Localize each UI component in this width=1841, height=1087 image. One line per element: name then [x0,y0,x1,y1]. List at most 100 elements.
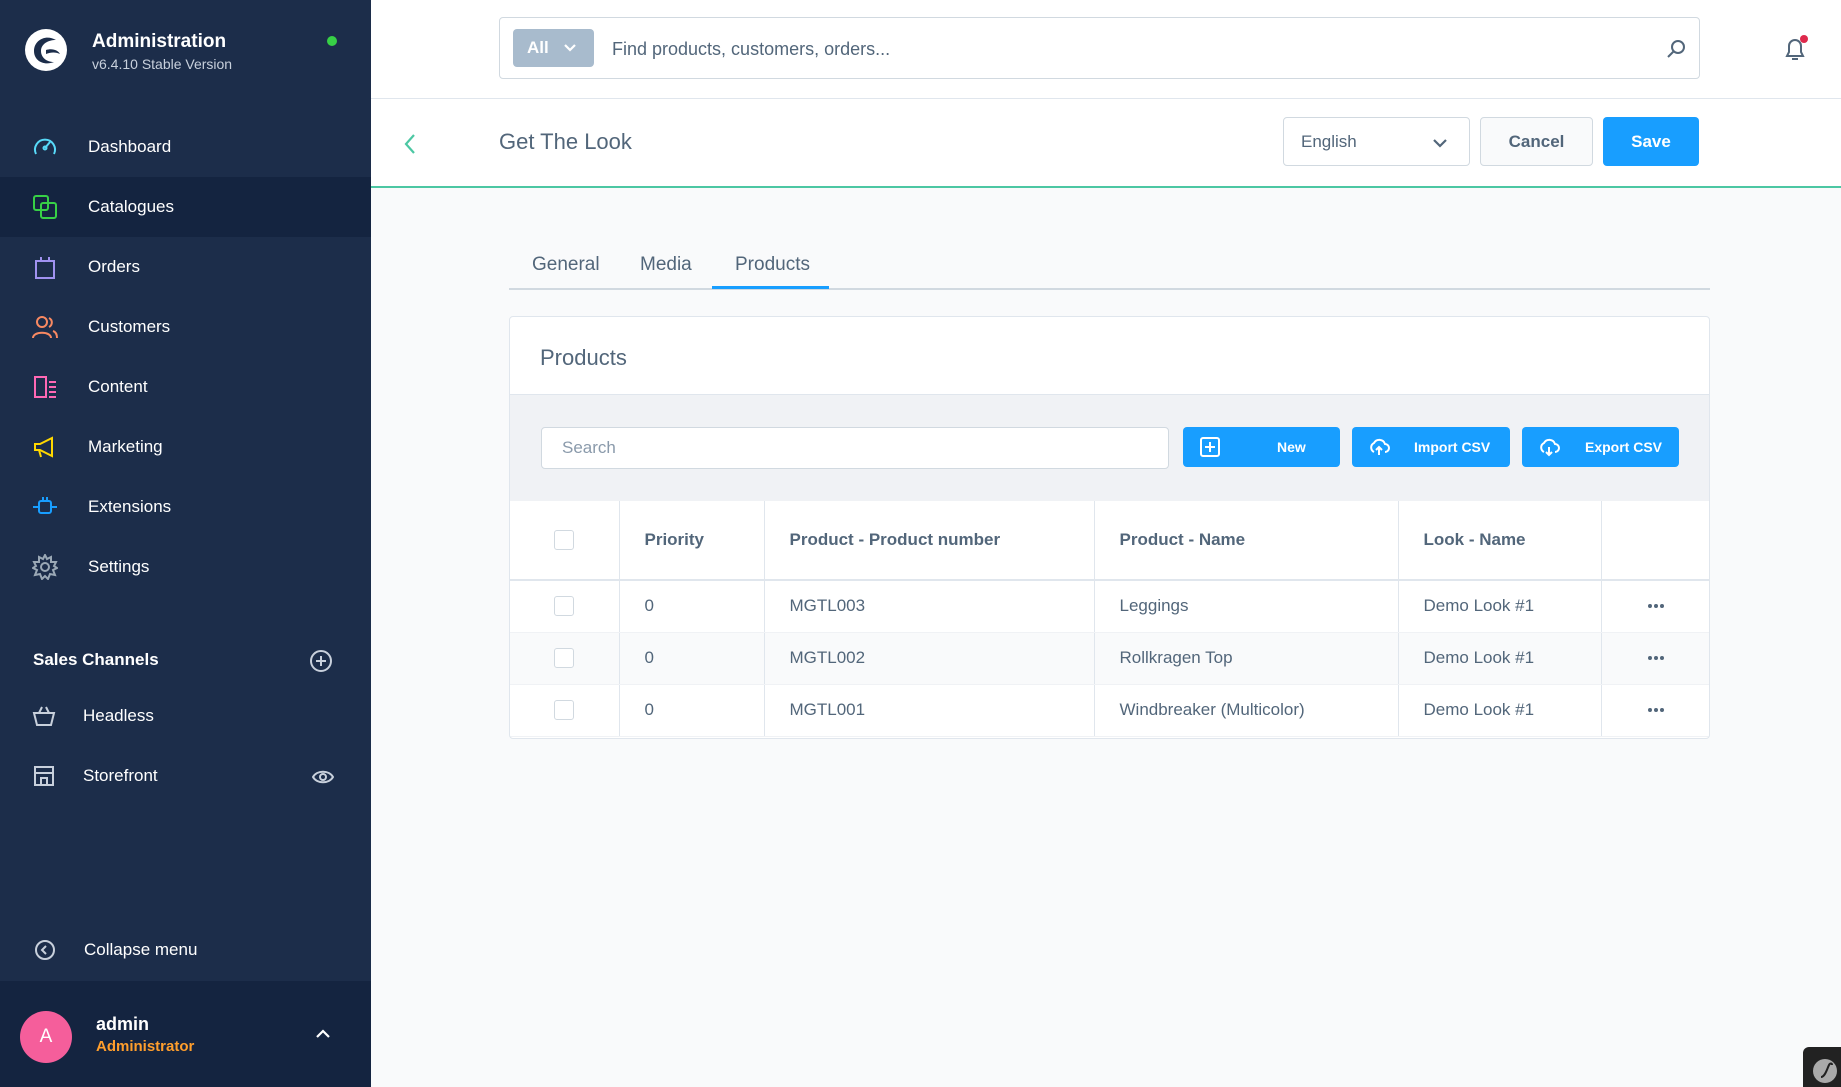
chevron-up-icon[interactable] [314,1027,332,1041]
cancel-button[interactable]: Cancel [1480,117,1593,166]
shopware-logo-icon[interactable] [24,28,68,72]
storefront-icon [34,766,54,786]
new-label: New [1277,439,1306,455]
row-select-cell [510,632,620,685]
product-search-input[interactable] [541,427,1169,469]
nav-item-content[interactable]: Content [0,357,371,417]
avatar: A [20,1011,72,1063]
save-button[interactable]: Save [1603,117,1699,166]
topbar: All [371,0,1841,99]
sales-channels-header: Sales Channels [33,650,159,669]
back-arrow-icon[interactable] [401,131,419,157]
plus-square-icon [1200,437,1220,457]
search-type-select[interactable]: All [513,29,594,67]
select-all-cell [510,501,620,581]
cell-look-name: Demo Look #1 [1398,632,1602,685]
nav-item-dashboard[interactable]: Dashboard [0,117,371,177]
language-switch[interactable]: English [1283,117,1470,166]
nav-item-orders[interactable]: Orders [0,237,371,297]
import-csv-button[interactable]: Import CSV [1352,427,1510,467]
nav-item-settings[interactable]: Settings [0,537,371,597]
brand-title: Administration [92,31,227,52]
user-role: Administrator [96,1038,195,1055]
cloud-download-icon [1540,438,1560,457]
nav-item-marketing[interactable]: Marketing [0,417,371,477]
collapse-menu[interactable]: Collapse menu [0,920,371,980]
page-title: Get The Look [499,129,632,154]
sales-channel-headless[interactable]: Headless [0,689,371,745]
column-header-actions [1601,501,1709,581]
table-header-row: Priority Product - Product number Produc… [510,501,1709,581]
basket-icon [32,706,56,726]
cloud-upload-icon [1370,438,1390,455]
new-button[interactable]: New [1183,427,1340,467]
row-checkbox[interactable] [554,700,574,720]
table-row: 0 MGTL001 Windbreaker (Multicolor) Demo … [510,684,1710,737]
cell-product-name: Windbreaker (Multicolor) [1094,684,1399,737]
settings-icon [32,554,58,580]
sales-channel-label: Headless [83,706,154,725]
nav-label: Orders [88,257,140,276]
cell-priority: 0 [619,632,765,685]
brand: Administration v6.4.10 Stable Version [0,0,371,100]
nav-label: Marketing [88,437,163,456]
symfony-toolbar-icon[interactable] [1803,1047,1841,1087]
cell-priority: 0 [619,684,765,737]
nav-label: Catalogues [88,197,175,216]
cell-product-number: MGTL003 [764,580,1095,633]
row-select-cell [510,580,620,633]
collapse-label: Collapse menu [84,940,198,959]
notification-bell-icon[interactable] [1781,34,1811,64]
card-title: Products [540,345,627,370]
search-type-label: All [527,38,549,57]
nav-label: Extensions [88,497,172,516]
cell-priority: 0 [619,580,765,633]
card-toolbar: New Import CSV Export CSV [510,394,1709,501]
column-header-priority[interactable]: Priority [619,501,765,581]
chevron-down-icon [1433,139,1447,148]
search-icon[interactable] [1665,38,1687,60]
row-checkbox[interactable] [554,596,574,617]
sales-channel-storefront[interactable]: Storefront [0,749,371,805]
extensions-icon [33,497,57,514]
column-header-product-number[interactable]: Product - Product number [764,501,1095,581]
add-sales-channel-icon[interactable] [309,649,333,673]
user-name: admin [96,1014,150,1034]
more-actions-icon[interactable] [1602,707,1710,713]
orders-icon [35,257,55,279]
nav-item-catalogues[interactable]: Catalogues [0,177,371,237]
global-search: All [499,17,1700,79]
content-icon [34,376,56,398]
user-panel[interactable]: A admin Administrator [0,981,371,1087]
row-actions-cell [1601,632,1710,685]
more-actions-icon[interactable] [1602,655,1710,661]
nav-label: Content [88,377,148,396]
row-actions-cell [1601,580,1710,633]
import-label: Import CSV [1414,439,1491,455]
search-input[interactable] [612,32,1612,66]
tab-products[interactable]: Products [735,254,810,276]
nav-item-extensions[interactable]: Extensions [0,477,371,537]
column-header-product-name[interactable]: Product - Name [1094,501,1399,581]
status-dot [327,36,337,46]
language-value: English [1301,132,1357,151]
row-select-cell [510,684,620,737]
select-all-checkbox[interactable] [554,530,574,550]
nav-label: Customers [88,317,171,336]
chevron-down-icon [564,44,576,52]
cell-product-number: MGTL002 [764,632,1095,685]
eye-icon[interactable] [312,767,334,787]
tab-general[interactable]: General [532,254,600,276]
tab-media[interactable]: Media [640,254,692,276]
products-table: Priority Product - Product number Produc… [510,501,1710,737]
row-checkbox[interactable] [554,648,574,668]
nav-item-customers[interactable]: Customers [0,297,371,357]
nav-label: Dashboard [88,137,172,156]
marketing-icon [34,436,53,458]
sales-channel-label: Storefront [83,766,158,785]
main-nav: Dashboard Catalogues Orders Customers Co… [0,117,371,597]
column-header-look-name[interactable]: Look - Name [1398,501,1602,581]
export-csv-button[interactable]: Export CSV [1522,427,1679,467]
more-actions-icon[interactable] [1602,603,1710,609]
cell-product-name: Rollkragen Top [1094,632,1399,685]
